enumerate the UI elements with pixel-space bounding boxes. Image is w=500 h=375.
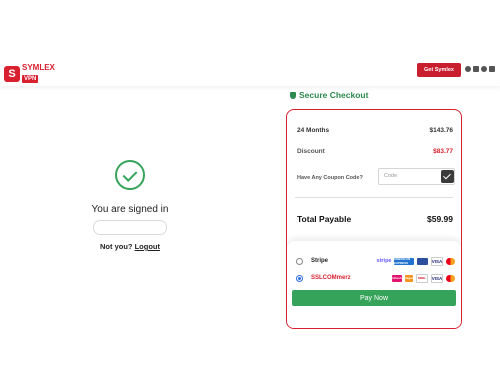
visa-logo: VISA [431,256,443,266]
instagram-icon[interactable] [489,66,495,72]
divider [295,197,453,198]
social-links [465,66,495,72]
logout-link[interactable]: Logout [135,242,160,251]
secure-checkout-title: Secure Checkout [299,90,369,100]
payment-option-sslcommerz[interactable]: SSLCOMmerz bKash Nagad DBBL VISA [296,271,455,285]
signin-status: You are signed in Not you? Logout [80,160,180,251]
amex-logo: AMERICAN EXPRESS [394,257,414,265]
nagad-logo: Nagad [404,274,414,282]
not-you-text: Not you? [100,242,133,251]
mastercard-icon [446,257,455,265]
mastercard-icon [446,274,455,282]
twitter-icon[interactable] [481,66,487,72]
stripe-label: Stripe [311,258,329,264]
discount-value: $83.77 [433,148,453,155]
bkash-logo: bKash [392,274,402,282]
logo-sub: VPN [22,75,39,83]
sslcommerz-radio[interactable] [296,274,303,282]
dbbl-logo: DBBL [416,273,428,283]
stripe-radio[interactable] [296,257,303,265]
secure-checkout-heading: Secure Checkout [290,90,368,100]
apply-coupon-button[interactable] [441,170,454,183]
github-icon[interactable] [465,66,471,72]
logo-brand: SYMLEX [22,63,55,72]
signed-in-title: You are signed in [91,204,169,215]
signed-in-email-field [93,220,167,235]
check-circle-icon [115,160,145,190]
shield-icon [290,91,296,99]
discount-label: Discount [297,148,325,155]
sslcommerz-label: SSLCOMmerz [311,275,351,281]
total-label: Total Payable [297,214,352,224]
get-symlex-button[interactable]: Get Symlex [417,63,461,77]
payment-option-stripe[interactable]: Stripe stripe AMERICAN EXPRESS VISA [296,254,455,268]
pay-now-button[interactable]: Pay Now [292,290,456,306]
visa-logo: VISA [431,273,443,283]
plan-price: $143.76 [429,127,454,134]
youtube-icon[interactable] [473,66,479,72]
card-icon [417,257,428,265]
plan-row: 24 Months $143.76 [297,127,453,134]
site-header: S SYMLEX VPN Get Symlex [0,0,500,86]
plan-label: 24 Months [297,127,330,134]
discount-row: Discount $83.77 [297,148,453,155]
coupon-label: Have Any Coupon Code? [297,175,363,181]
payment-panel: Stripe stripe AMERICAN EXPRESS VISA SSLC… [287,241,461,328]
symlex-logo[interactable]: S SYMLEX VPN [4,64,55,83]
total-row: Total Payable $59.99 [297,214,453,224]
logo-mark-icon: S [4,65,20,82]
stripe-logo: stripe [376,258,392,264]
not-you-line: Not you? Logout [80,242,180,251]
total-value: $59.99 [427,214,453,224]
checkout-card: 24 Months $143.76 Discount $83.77 Have A… [286,109,462,329]
